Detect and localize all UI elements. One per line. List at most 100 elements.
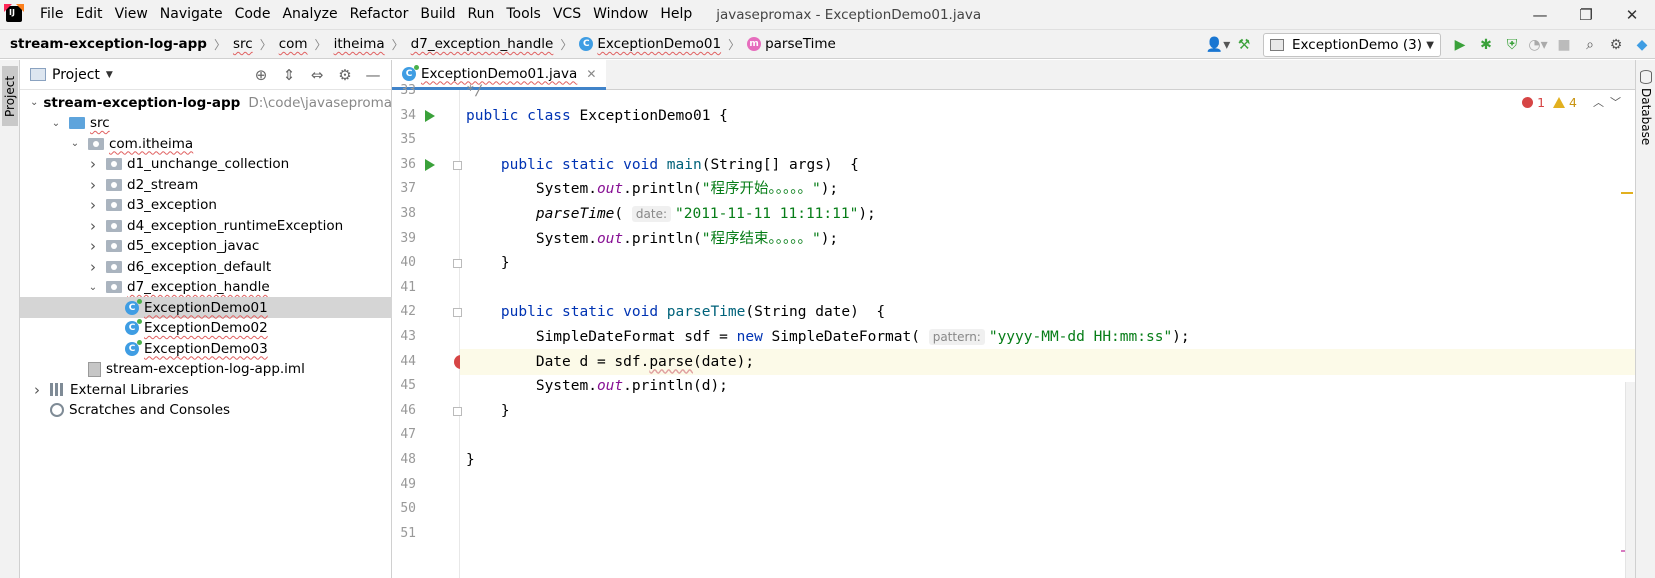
- breadcrumb-com[interactable]: com: [279, 36, 308, 52]
- minimize-button[interactable]: —: [1517, 0, 1563, 29]
- chevron-down-icon[interactable]: ⌄: [86, 282, 100, 293]
- chevron-right-icon[interactable]: ›: [86, 258, 100, 276]
- chevron-down-icon[interactable]: ▼: [106, 70, 113, 80]
- tree-item[interactable]: ⌄ d7_exception_handle: [20, 277, 392, 298]
- next-highlight-icon[interactable]: ﹀: [1610, 94, 1621, 110]
- code-line[interactable]: SimpleDateFormat sdf = new SimpleDateFor…: [460, 324, 1635, 350]
- tree-item[interactable]: › d3_exception: [20, 195, 392, 216]
- chevron-down-icon[interactable]: ⌄: [30, 97, 38, 108]
- menu-file[interactable]: File: [34, 0, 69, 29]
- tree-item[interactable]: › External Libraries: [20, 379, 392, 400]
- restore-button[interactable]: ❐: [1563, 0, 1609, 29]
- run-icon[interactable]: ▶: [1447, 32, 1473, 58]
- chevron-right-icon[interactable]: ›: [86, 176, 100, 194]
- chevron-right-icon[interactable]: ›: [86, 196, 100, 214]
- code-line[interactable]: [460, 521, 1635, 547]
- previous-highlight-icon[interactable]: ︿: [1593, 94, 1604, 110]
- tree-item[interactable]: › d5_exception_javac: [20, 236, 392, 257]
- hide-panel-icon[interactable]: —: [359, 63, 387, 87]
- tree-item[interactable]: stream-exception-log-app.iml: [20, 359, 392, 380]
- chevron-down-icon[interactable]: ⌄: [68, 138, 82, 149]
- menu-code[interactable]: Code: [229, 0, 277, 29]
- intellij-logo-icon[interactable]: IJ: [4, 3, 26, 26]
- tree-item[interactable]: › d2_stream: [20, 174, 392, 195]
- coverage-icon[interactable]: ⛨: [1499, 32, 1525, 58]
- code-line[interactable]: public class ExceptionDemo01 {: [460, 103, 1635, 129]
- select-opened-file-icon[interactable]: ⊕: [247, 63, 275, 87]
- build-hammer-icon[interactable]: ⚒: [1231, 32, 1257, 58]
- run-gutter-icon[interactable]: [425, 158, 435, 171]
- menu-refactor[interactable]: Refactor: [344, 0, 415, 29]
- chevron-right-icon[interactable]: ›: [86, 237, 100, 255]
- chevron-right-icon[interactable]: ›: [86, 155, 100, 173]
- menu-analyze[interactable]: Analyze: [276, 0, 343, 29]
- tree-item[interactable]: › d6_exception_default: [20, 256, 392, 277]
- stop-icon[interactable]: ■: [1551, 32, 1577, 58]
- editor-gutter[interactable]: 333435363738394041424344!45464748495051: [392, 83, 468, 578]
- search-icon[interactable]: ⌕: [1577, 32, 1603, 58]
- chevron-right-icon[interactable]: ›: [86, 217, 100, 235]
- code-area[interactable]: */public class ExceptionDemo01 { public …: [460, 83, 1635, 578]
- menu-edit[interactable]: Edit: [69, 0, 108, 29]
- code-line[interactable]: System.out.println("程序结束。。。。。");: [460, 226, 1635, 252]
- tree-item[interactable]: ⌄ com.itheima: [20, 133, 392, 154]
- database-tool-window-tab[interactable]: Database: [1638, 88, 1654, 158]
- expand-all-icon[interactable]: ⇕: [275, 63, 303, 87]
- profiler-icon[interactable]: ◔▾: [1525, 32, 1551, 58]
- chevron-right-icon[interactable]: ›: [30, 381, 44, 399]
- project-view-selector[interactable]: Project: [52, 67, 100, 83]
- breadcrumb-class[interactable]: C ExceptionDemo01: [579, 36, 721, 52]
- editor-scrollbar[interactable]: [1625, 382, 1635, 578]
- tree-item[interactable]: Scratches and Consoles: [20, 400, 392, 421]
- tree-item[interactable]: › d4_exception_runtimeException: [20, 215, 392, 236]
- tree-item[interactable]: C ExceptionDemo02: [20, 318, 392, 339]
- menu-window[interactable]: Window: [587, 0, 654, 29]
- tree-item[interactable]: › d1_unchange_collection: [20, 154, 392, 175]
- menu-view[interactable]: View: [109, 0, 154, 29]
- code-line[interactable]: [460, 127, 1635, 153]
- tree-item[interactable]: C ExceptionDemo03: [20, 338, 392, 359]
- settings-gear-icon[interactable]: ⚙: [1603, 32, 1629, 58]
- code-line[interactable]: [460, 275, 1635, 301]
- code-line[interactable]: [460, 496, 1635, 522]
- code-line[interactable]: */: [460, 78, 1635, 104]
- run-gutter-icon[interactable]: [425, 109, 435, 122]
- collapse-all-icon[interactable]: ⇔: [303, 63, 331, 87]
- code-line[interactable]: Date d = sdf.parse(date);: [460, 348, 1635, 375]
- breadcrumb-package[interactable]: d7_exception_handle: [411, 36, 554, 52]
- warning-stripe-marker[interactable]: [1621, 192, 1633, 194]
- vcs-user-icon[interactable]: 👤▾: [1205, 32, 1231, 58]
- breadcrumb-src[interactable]: src: [233, 36, 253, 52]
- project-tool-window-tab[interactable]: Project: [2, 66, 18, 126]
- menu-run[interactable]: Run: [462, 0, 501, 29]
- code-line[interactable]: }: [460, 447, 1635, 473]
- breadcrumb-method[interactable]: m parseTime: [747, 36, 836, 52]
- inspection-widget[interactable]: 1 4 ︿ ﹀: [1522, 94, 1621, 110]
- breadcrumb-itheima[interactable]: itheima: [334, 36, 385, 52]
- menu-tools[interactable]: Tools: [500, 0, 547, 29]
- tree-item[interactable]: C ExceptionDemo01: [20, 297, 392, 318]
- code-line[interactable]: [460, 472, 1635, 498]
- breadcrumb-project[interactable]: stream-exception-log-app: [10, 36, 207, 52]
- close-window-button[interactable]: ✕: [1609, 0, 1655, 29]
- tree-item[interactable]: ⌄ src: [20, 113, 392, 134]
- menu-navigate[interactable]: Navigate: [154, 0, 229, 29]
- code-line[interactable]: System.out.println("程序开始。。。。。");: [460, 176, 1635, 202]
- chevron-down-icon[interactable]: ⌄: [49, 118, 63, 129]
- code-line[interactable]: }: [460, 398, 1635, 424]
- menu-vcs[interactable]: VCS: [547, 0, 587, 29]
- iml-file-icon: [88, 361, 101, 377]
- debug-icon[interactable]: ✱: [1473, 32, 1499, 58]
- menu-help[interactable]: Help: [654, 0, 698, 29]
- code-line[interactable]: public static void main(String[] args) {: [460, 152, 1635, 178]
- jetbrains-toolbox-icon[interactable]: ◆: [1629, 32, 1655, 58]
- code-line[interactable]: public static void parseTime(String date…: [460, 299, 1635, 325]
- run-configuration-selector[interactable]: ExceptionDemo (3) ▼: [1263, 33, 1441, 57]
- panel-settings-gear-icon[interactable]: ⚙: [331, 63, 359, 87]
- code-line[interactable]: [460, 422, 1635, 448]
- code-line[interactable]: System.out.println(d);: [460, 373, 1635, 399]
- code-line[interactable]: }: [460, 250, 1635, 276]
- code-line[interactable]: parseTime( date: "2011-11-11 11:11:11");: [460, 201, 1635, 227]
- tree-item[interactable]: ⌄ stream-exception-log-app D:\code\javasep…: [20, 92, 405, 113]
- menu-build[interactable]: Build: [414, 0, 461, 29]
